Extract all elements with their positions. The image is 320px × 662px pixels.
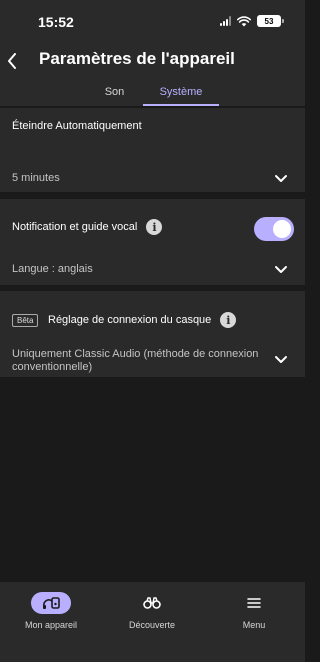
header: Paramètres de l'appareil Son Système [0,44,305,106]
wifi-icon [237,15,251,26]
auto-off-row[interactable]: Éteindre Automatiquement 5 minutes [0,108,305,192]
chevron-down-icon[interactable] [274,265,288,275]
menu-icon [247,598,261,608]
device-icon [43,597,60,609]
chevron-down-icon[interactable] [274,174,288,184]
voice-guide-toggle[interactable] [254,217,294,241]
info-icon[interactable]: i [220,312,237,328]
toggle-knob [273,220,291,238]
status-icons: 53 [220,15,284,27]
battery-icon: 53 [257,15,284,27]
nav-label: Mon appareil [24,620,78,630]
nav-icon-bg [234,592,274,614]
status-bar: 15:52 53 [0,0,305,44]
tab-label: Son [104,86,125,98]
voice-guide-label: Notification et guide vocal [12,220,138,233]
language-value[interactable]: Langue : anglais [12,263,93,275]
auto-off-title: Éteindre Automatiquement [12,120,142,132]
bottom-nav: Mon appareil Découverte Menu [0,582,305,662]
chevron-left-icon [8,53,16,69]
page-title: Paramètres de l'appareil [39,49,235,68]
connection-label: Réglage de connexion du casque [48,313,212,326]
auto-off-value: 5 minutes [12,172,60,184]
tab-bar: Son Système [0,81,305,106]
voice-guide-title: Notification et guide vocal i [12,219,163,235]
tab-label: Système [159,86,203,98]
info-icon[interactable]: i [146,219,163,235]
nav-label: Menu [242,620,266,630]
chevron-down-icon[interactable] [274,355,288,365]
battery-level: 53 [264,16,274,26]
binoculars-icon [143,597,161,609]
nav-icon-bg [132,592,172,614]
nav-mon-appareil[interactable]: Mon appareil [11,592,91,642]
connection-value: Uniquement Classic Audio (méthode de con… [12,348,259,373]
nav-icon-bg [31,592,71,614]
nav-decouverte[interactable]: Découverte [112,592,192,642]
tab-systeme[interactable]: Système [143,81,219,106]
nav-menu[interactable]: Menu [214,592,294,642]
connection-row[interactable]: Bêta Réglage de connexion du casque i Un… [0,291,305,377]
back-button[interactable] [2,50,22,72]
voice-guide-row: Notification et guide vocal i Langue : a… [0,199,305,285]
nav-label: Découverte [128,620,176,630]
signal-icon [220,16,231,26]
beta-badge: Bêta [12,314,39,327]
connection-title: Réglage de connexion du casque i [48,312,237,328]
tab-son[interactable]: Son [92,81,137,106]
status-time: 15:52 [38,14,74,30]
